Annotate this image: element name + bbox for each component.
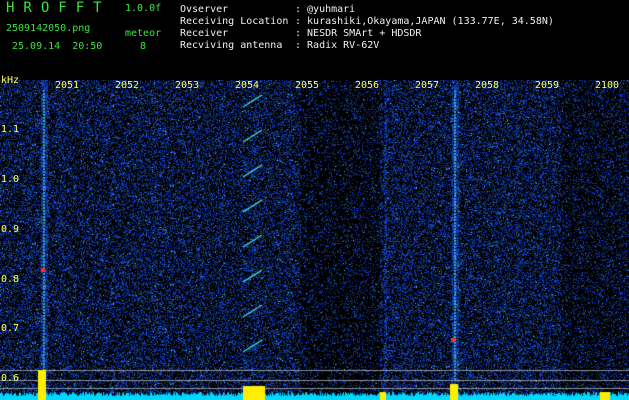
field-location-label: Receiving Location [180, 16, 289, 27]
field-antenna-label: Recviving antenna [180, 40, 283, 51]
header-panel: HROFFT 1.0.0f 2509142050.png 25.09.14 20… [0, 0, 629, 80]
y-tick-label: 0.7 [1, 323, 20, 334]
y-tick-label: 0.9 [1, 224, 20, 235]
app-version: 1.0.0f [125, 3, 162, 14]
field-location-value: : kurashiki,Okayama,JAPAN (133.77E, 34.5… [295, 16, 554, 27]
x-tick-label: 2054 [235, 80, 260, 91]
y-tick-label: 1.1 [1, 124, 20, 135]
field-receiver-label: Receiver [180, 28, 229, 39]
meteor-count: 8 [140, 41, 147, 52]
spectrogram-canvas [0, 80, 629, 400]
app-logo: HROFFT [6, 0, 111, 16]
x-tick-label: 2055 [295, 80, 320, 91]
x-tick-label: 2051 [55, 80, 80, 91]
file-name: 2509142050.png [6, 23, 91, 34]
field-observer-value: : @yuhmari [295, 4, 356, 15]
x-tick-label: 2056 [355, 80, 380, 91]
field-receiver-value: : NESDR SMArt + HDSDR [295, 28, 422, 39]
x-tick-label: 2100 [595, 80, 620, 91]
y-tick-label: 0.8 [1, 274, 20, 285]
x-tick-label: 2052 [115, 80, 140, 91]
x-tick-label: 2053 [175, 80, 200, 91]
meteor-label: meteor [125, 28, 162, 39]
y-tick-label: 0.6 [1, 373, 20, 384]
field-antenna-value: : Radix RV-62V [295, 40, 380, 51]
x-tick-label: 2057 [415, 80, 440, 91]
field-observer-label: Ovserver [180, 4, 229, 15]
y-tick-label: 1.0 [1, 174, 20, 185]
x-tick-label: 2058 [475, 80, 500, 91]
y-axis-unit: kHz [1, 75, 20, 86]
x-tick-label: 2059 [535, 80, 560, 91]
capture-datetime: 25.09.14 20:50 [12, 41, 103, 52]
